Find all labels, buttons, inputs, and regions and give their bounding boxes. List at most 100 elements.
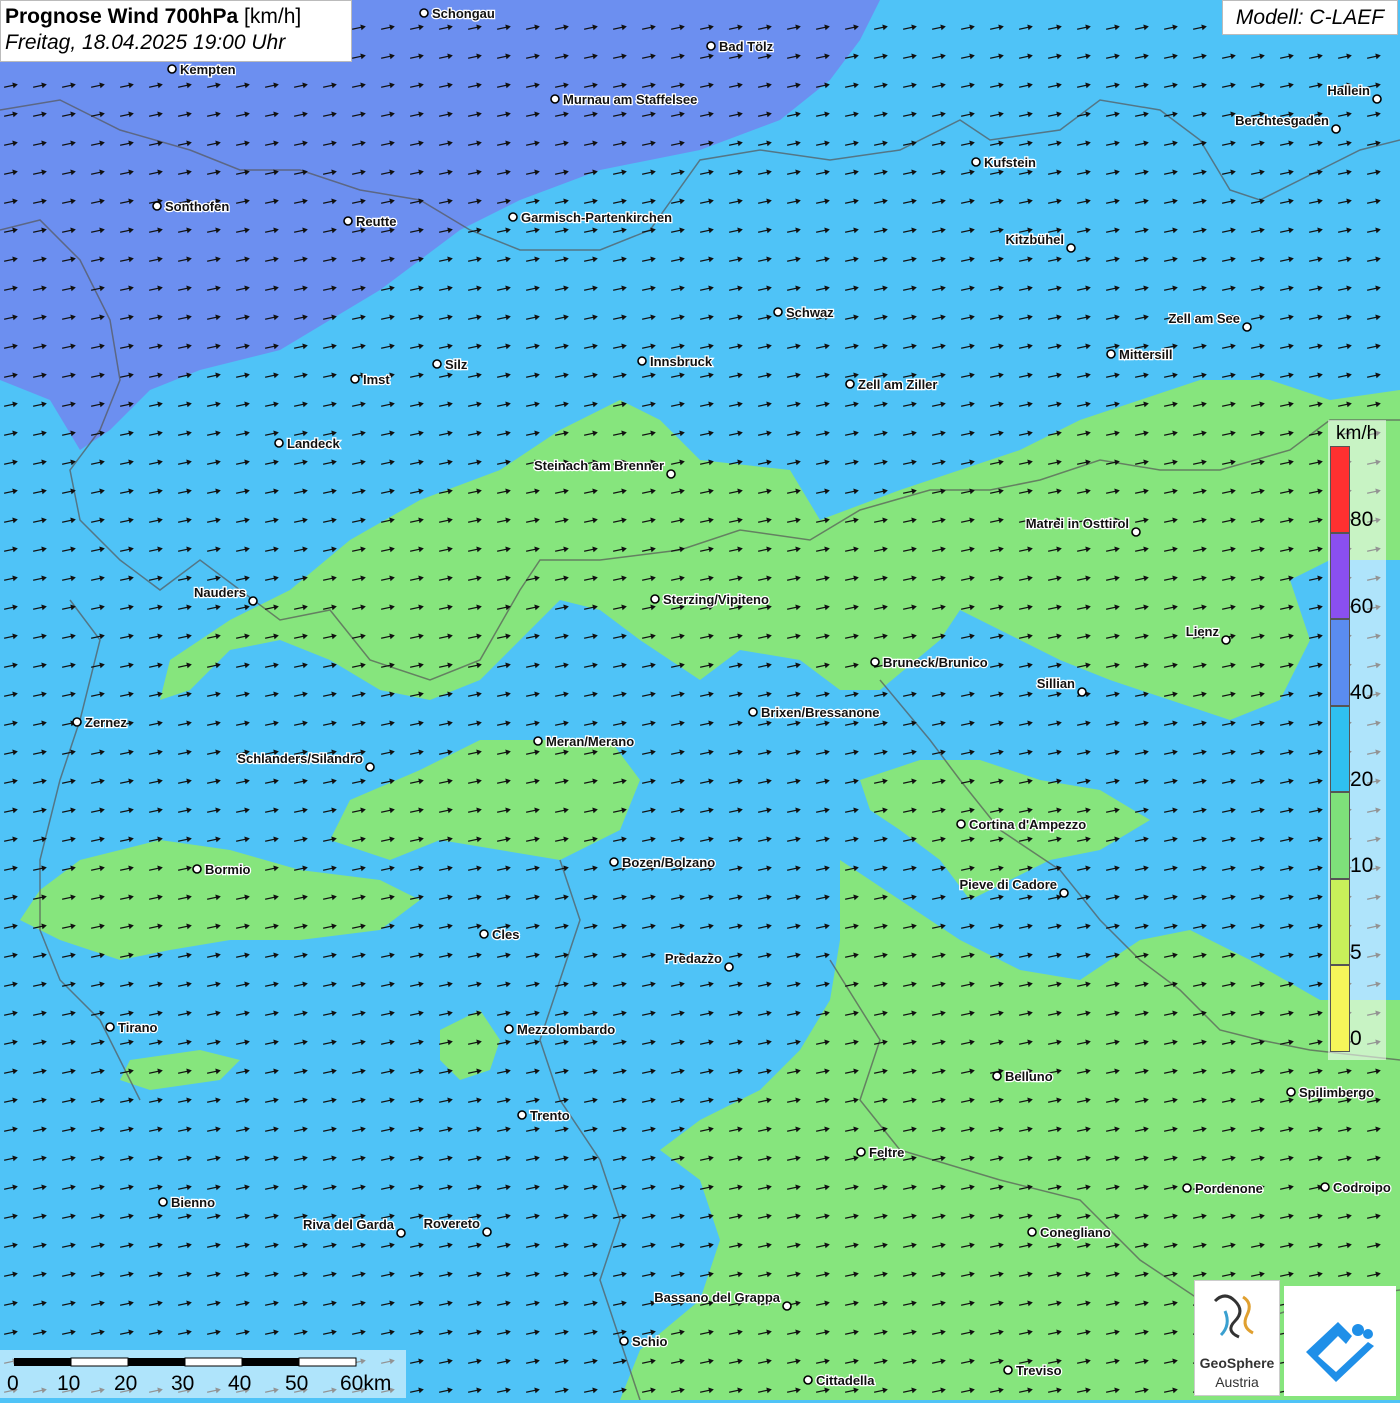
legend-label: 80 [1350,508,1374,531]
city-dot [724,962,734,972]
city-label: Mezzolombardo [517,1022,615,1037]
city-marker[interactable]: Cortina d'Ampezzo [956,816,1088,833]
city-marker[interactable]: Zell am Ziller [845,376,939,393]
city-dot [1331,124,1341,134]
city-dot [845,379,855,389]
city-dot [517,1110,527,1120]
city-label: Cortina d'Ampezzo [969,817,1086,832]
city-dot [248,596,258,606]
city-dot [192,864,202,874]
legend-label: 40 [1350,681,1374,704]
city-marker[interactable]: Meran/Merano [533,733,635,750]
city-marker[interactable]: Garmisch-Partenkirchen [508,209,673,226]
scale-tick-label: 60km [340,1372,392,1395]
city-dot [432,359,442,369]
city-marker[interactable]: Conegliano [1027,1224,1112,1241]
model-label: Modell: C-LAEF [1222,0,1398,35]
city-dot [274,438,284,448]
city-dot [533,736,543,746]
city-marker[interactable]: Spilimbergo [1286,1084,1375,1101]
city-label: Predazzo [665,951,722,966]
city-dot [666,469,676,479]
city-label: Zell am Ziller [858,377,937,392]
city-label: Sillian [1037,676,1075,691]
city-label: Rovereto [424,1216,480,1231]
city-dot [343,216,353,226]
legend-color-step [1330,532,1350,619]
city-dot [619,1336,629,1346]
legend-color-step [1330,965,1350,1052]
city-dot [152,201,162,211]
city-label: Schwaz [786,305,834,320]
city-marker[interactable]: Sterzing/Vipiteno [650,591,770,608]
city-label: Zell am See [1168,311,1240,326]
city-dot [482,1227,492,1237]
city-dot [1182,1183,1192,1193]
map-title-unit: [km/h] [244,5,302,28]
city-label: Kufstein [984,155,1036,170]
city-label: Murnau am Staffelsee [563,92,697,107]
city-label: Spilimbergo [1299,1085,1374,1100]
city-dot [1027,1227,1037,1237]
scale-tick-label: 30 [171,1372,195,1395]
city-dot [1066,243,1076,253]
city-dot [550,94,560,104]
city-dot [167,64,177,74]
city-dot [870,657,880,667]
city-label: Bassano del Grappa [654,1290,780,1305]
city-dot [748,707,758,717]
city-label: Berchtesgaden [1235,113,1329,128]
city-label: Bormio [205,862,251,877]
city-marker[interactable]: Brixen/Bressanone [748,704,881,721]
city-marker[interactable]: Bruneck/Brunico [870,654,989,671]
city-label: Conegliano [1040,1225,1111,1240]
app-logo[interactable] [1284,1286,1396,1396]
scale-tick-label: 0 [7,1372,19,1395]
city-dot [706,41,716,51]
city-dot [992,1071,1002,1081]
city-dot [637,356,647,366]
geosphere-swirl-icon [1213,1294,1254,1339]
legend-color-step [1330,878,1350,965]
scale-tick-label: 20 [114,1372,138,1395]
city-label: Trento [530,1108,570,1123]
city-label: Meran/Merano [546,734,634,749]
city-marker[interactable]: Schongau [419,5,496,22]
city-marker[interactable]: Murnau am Staffelsee [550,91,699,108]
city-label: Reutte [356,214,396,229]
city-dot [1372,94,1382,104]
app-logo-icon [1306,1322,1374,1382]
geosphere-country: Austria [1215,1374,1259,1390]
city-dot [365,762,375,772]
city-label: Silz [445,357,468,372]
city-label: Landeck [287,436,341,451]
city-label: Nauders [194,585,246,600]
city-marker[interactable]: Innsbruck [637,353,714,370]
city-label: Hallein [1327,83,1370,98]
city-dot [1221,635,1231,645]
scale-tick-label: 40 [228,1372,252,1395]
city-marker[interactable]: Sonthofen [152,198,231,215]
forecast-datetime: Freitag, 18.04.2025 19:00 Uhr [5,31,286,54]
city-label: Kempten [180,62,236,77]
city-label: Riva del Garda [303,1217,395,1232]
legend-label: 5 [1350,940,1362,964]
city-label: Schongau [432,6,495,21]
city-dot [956,819,966,829]
city-label: Cles [492,927,519,942]
city-dot [158,1197,168,1207]
city-marker[interactable]: Bozen/Bolzano [609,854,716,871]
city-dot [105,1022,115,1032]
wind-map[interactable]: Schongau Bad Tölz Kempten Murnau am Staffel… [0,0,1400,1400]
city-marker[interactable]: Mezzolombardo [504,1021,617,1038]
legend-unit: km/h [1336,423,1378,444]
city-dot [971,157,981,167]
legend-label: 10 [1350,854,1374,877]
legend-label: 20 [1350,767,1374,791]
city-dot [72,717,82,727]
city-dot [1131,527,1141,537]
city-marker[interactable]: Pordenone [1182,1180,1264,1197]
city-dot [650,594,660,604]
city-label: Belluno [1005,1069,1053,1084]
city-dot [419,8,429,18]
